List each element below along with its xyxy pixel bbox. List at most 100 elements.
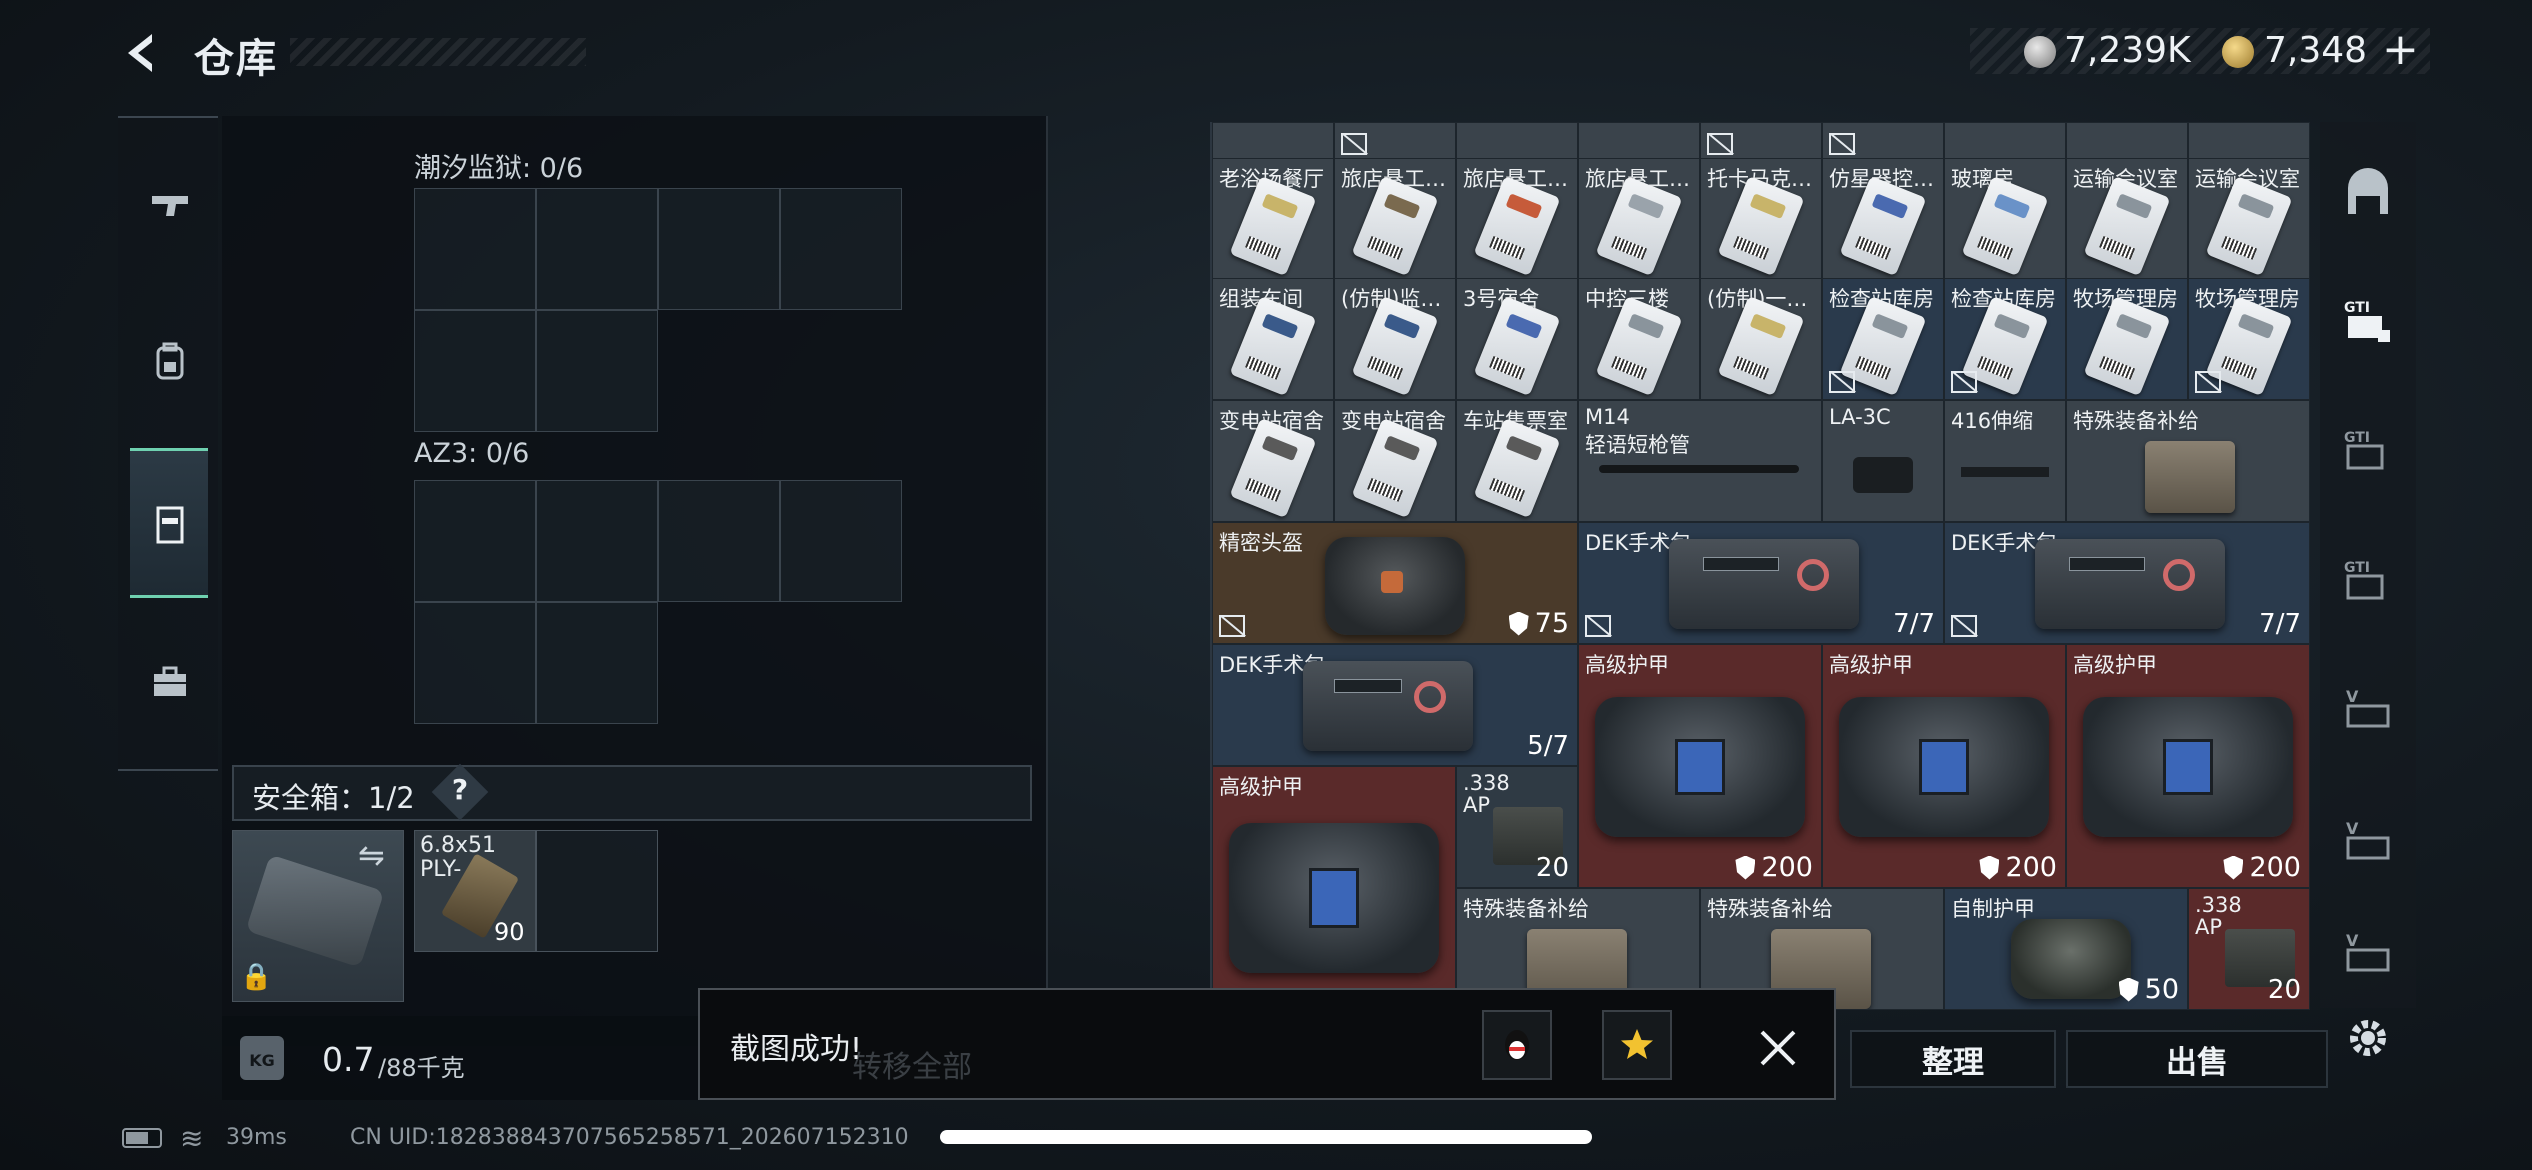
stash-item-armor[interactable]: 高级护甲 200 xyxy=(1822,644,2066,888)
stash-item-armor[interactable]: 高级护甲 200 xyxy=(1578,644,1822,888)
stash-item-keycard[interactable]: 玻璃房 xyxy=(1944,158,2066,280)
rig-slot[interactable] xyxy=(536,480,658,602)
rig-slot[interactable] xyxy=(658,188,780,310)
rig-slot[interactable] xyxy=(780,480,902,602)
weight-max: /88千克 xyxy=(378,1054,465,1082)
rig-slot[interactable] xyxy=(536,310,658,432)
stash-item-keycard[interactable]: 3号宿舍 xyxy=(1456,278,1578,400)
stash-item-supply-crate[interactable]: 特殊装备补给 xyxy=(2066,400,2310,522)
stash-item-partial[interactable] xyxy=(1456,122,1578,160)
stash-item-dek-kit[interactable]: DEK手术包 7/7 xyxy=(1944,522,2310,644)
stash-item-keycard[interactable]: 变电站宿舍 xyxy=(1212,400,1334,522)
stash-item-self-armor[interactable]: 自制护甲 50 xyxy=(1944,888,2188,1010)
side-tab-v-2[interactable]: V xyxy=(2336,808,2400,872)
side-tab-gti-2[interactable]: GTI xyxy=(2336,418,2400,482)
stash-item-keycard[interactable]: 运输会议室 xyxy=(2066,158,2188,280)
rig-slot[interactable] xyxy=(414,602,536,724)
stash-item-keycard[interactable]: 老浴场餐厅 xyxy=(1212,158,1334,280)
stash-item-keycard[interactable]: 旅店悬工… xyxy=(1456,158,1578,280)
share-qzone-button[interactable] xyxy=(1602,1010,1672,1080)
back-button[interactable] xyxy=(118,28,168,78)
side-tab-v-3[interactable]: V xyxy=(2336,920,2400,984)
shield-icon xyxy=(1508,611,1529,636)
stash-item-partial[interactable] xyxy=(1212,122,1334,160)
help-icon[interactable]: ? xyxy=(448,773,472,806)
no-trade-icon xyxy=(1951,371,1977,393)
stash-item-keycard[interactable]: 检查站库房 xyxy=(1822,278,1944,400)
add-currency-button[interactable]: + xyxy=(2382,24,2419,75)
stash-item-keycard[interactable]: 仿星器控… xyxy=(1822,158,1944,280)
transfer-all-label: 转移全部 xyxy=(852,1050,972,1085)
stash-item-partial[interactable] xyxy=(1578,122,1700,160)
side-tab-v-1[interactable]: V xyxy=(2336,676,2400,740)
stash-item-la3c[interactable]: LA-3C xyxy=(1822,400,1944,522)
nav-chest-rig[interactable] xyxy=(130,484,210,564)
rig-slot[interactable] xyxy=(536,602,658,724)
rig-slot[interactable] xyxy=(414,480,536,602)
sell-button[interactable]: 出售 xyxy=(2066,1030,2328,1088)
pistol-icon xyxy=(152,196,188,216)
shield-icon xyxy=(2118,977,2139,1002)
swap-icon[interactable]: ⇋ xyxy=(358,836,385,874)
item-sub: AP xyxy=(1463,793,1491,817)
stash-item-m14-barrel[interactable]: M14 轻语短枪管 xyxy=(1578,400,1822,522)
side-tab-gti-3[interactable]: GTI xyxy=(2336,548,2400,612)
shield-icon xyxy=(1979,855,2000,880)
stash-item-partial[interactable] xyxy=(1700,122,1822,160)
rig-slot[interactable] xyxy=(414,310,536,432)
stash-item-partial[interactable] xyxy=(1944,122,2066,160)
rig-slot[interactable] xyxy=(780,188,902,310)
stash-item-keycard[interactable]: 旅店悬工… xyxy=(1578,158,1700,280)
stash-item-partial[interactable] xyxy=(1334,122,1456,160)
wifi-icon: ≋ xyxy=(180,1122,204,1155)
stash-item-keycard[interactable]: 变电站宿舍 xyxy=(1334,400,1456,522)
stash-item-keycard[interactable]: (仿制)一… xyxy=(1700,278,1822,400)
stash-item-keycard[interactable]: 牧场管理房 xyxy=(2066,278,2188,400)
item-count: 20 xyxy=(2267,975,2301,1005)
warehouse-icon xyxy=(2348,168,2388,214)
stash-item-partial[interactable] xyxy=(2066,122,2188,160)
rig-slot[interactable] xyxy=(658,480,780,602)
stash-item-keycard[interactable]: 牧场管理房 xyxy=(2188,278,2310,400)
stash-item-416-stock[interactable]: 416伸缩 xyxy=(1944,400,2066,522)
nav-toolbox[interactable] xyxy=(130,642,210,722)
side-tab-gti-1[interactable]: GTI xyxy=(2336,288,2400,352)
stash-item-helmet[interactable]: 精密头盔 75 xyxy=(1212,522,1578,644)
stash-item-keycard[interactable]: (仿制)监… xyxy=(1334,278,1456,400)
nav-weapons[interactable] xyxy=(130,166,210,246)
stash-item-ammo-338[interactable]: .338 AP 20 xyxy=(1456,766,1578,888)
stash-item-ammo-338[interactable]: .338 AP 20 xyxy=(2188,888,2310,1010)
side-tab-warehouse[interactable] xyxy=(2336,162,2400,226)
stash-item-armor[interactable]: 高级护甲 200 xyxy=(2066,644,2310,888)
organize-button[interactable]: 整理 xyxy=(1850,1030,2056,1088)
close-button[interactable] xyxy=(1748,1018,1808,1078)
item-name: 高级护甲 xyxy=(2073,653,2157,677)
settings-button[interactable] xyxy=(2340,1010,2396,1066)
armor-value: 75 xyxy=(1534,608,1569,639)
v-card-icon: V xyxy=(2346,931,2390,972)
share-qq-button[interactable] xyxy=(1482,1010,1552,1080)
svg-text:GTI: GTI xyxy=(2344,430,2370,446)
stash-item-keycard[interactable]: 组装车间 xyxy=(1212,278,1334,400)
stash-item-keycard[interactable]: 旅店悬工… xyxy=(1334,158,1456,280)
home-indicator[interactable] xyxy=(940,1130,1592,1144)
slot-group-label: 潮汐监狱: 0/6 xyxy=(414,153,584,184)
safebox-slot[interactable] xyxy=(536,830,658,952)
svg-text:GTI: GTI xyxy=(2344,560,2370,576)
toast-message: 截图成功! xyxy=(730,1032,863,1067)
stash-item-partial[interactable] xyxy=(2188,122,2310,160)
shield-icon xyxy=(2223,855,2244,880)
nav-backpack[interactable] xyxy=(130,322,210,402)
stash-item-keycard[interactable]: 检查站库房 xyxy=(1944,278,2066,400)
stash-item-keycard[interactable]: 运输会议室 xyxy=(2188,158,2310,280)
stash-item-armor[interactable]: 高级护甲 200 xyxy=(1212,766,1456,1010)
stash-item-keycard[interactable]: 中控三楼 xyxy=(1578,278,1700,400)
rig-slot[interactable] xyxy=(536,188,658,310)
rig-slot[interactable] xyxy=(414,188,536,310)
stash-item-keycard[interactable]: 车站售票室 xyxy=(1456,400,1578,522)
stash-item-partial[interactable] xyxy=(1822,122,1944,160)
stash-item-keycard[interactable]: 托卡马克… xyxy=(1700,158,1822,280)
ammo-count: 90 xyxy=(494,918,525,946)
stash-item-dek-kit[interactable]: DEK手术包 5/7 xyxy=(1212,644,1578,766)
stash-item-dek-kit[interactable]: DEK手术包 7/7 xyxy=(1578,522,1944,644)
